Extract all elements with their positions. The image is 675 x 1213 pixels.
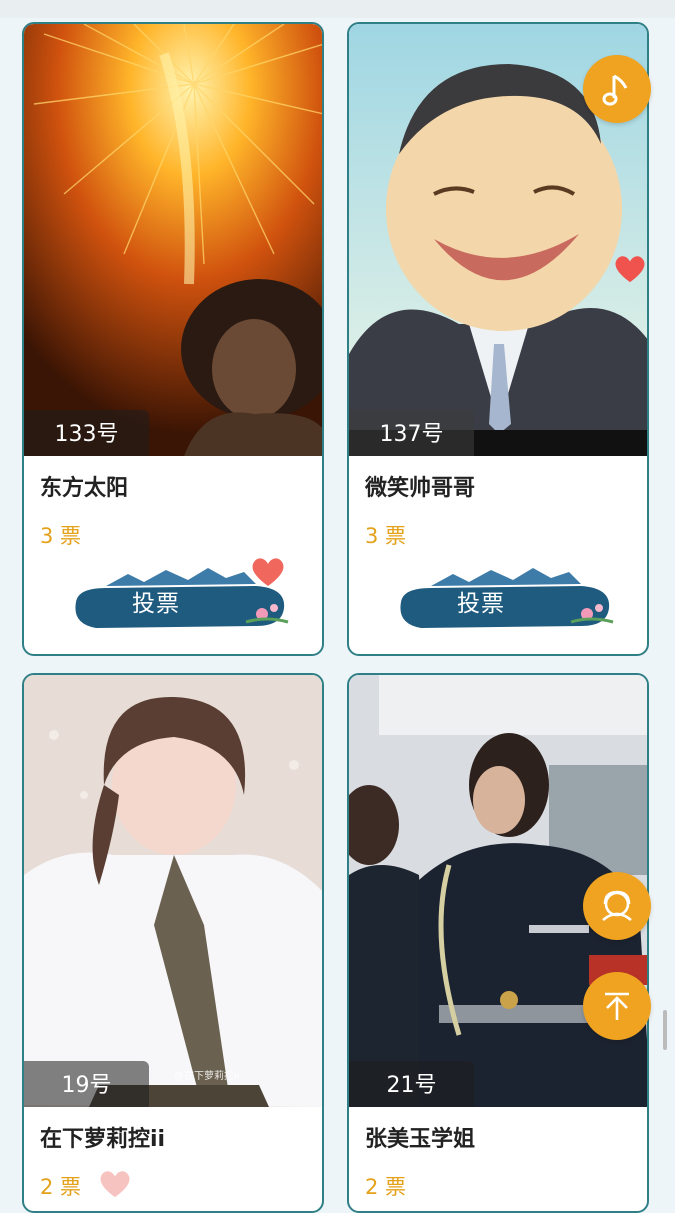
- heart-icon[interactable]: [613, 254, 647, 284]
- watermark: @在下萝莉控ii: [174, 1071, 240, 1082]
- vote-count: 3 票: [365, 524, 407, 548]
- heart-icon[interactable]: [250, 556, 286, 588]
- heart-icon[interactable]: [98, 1169, 132, 1199]
- scrollbar[interactable]: [663, 1010, 667, 1050]
- contestant-card-133[interactable]: 133号 东方太阳 3 票 投票: [22, 22, 324, 656]
- contestant-number: 137号: [349, 410, 474, 456]
- contestant-card-19[interactable]: @在下萝莉控ii 19号 在下萝莉控ii 2 票: [22, 673, 324, 1213]
- vote-button[interactable]: 投票: [391, 564, 621, 634]
- contestant-number: 19号: [24, 1061, 149, 1107]
- contestant-number: 133号: [24, 410, 149, 456]
- customer-service-icon: [602, 890, 632, 922]
- back-to-top-icon: [605, 992, 629, 1020]
- music-button[interactable]: [583, 55, 651, 123]
- contestant-card-21[interactable]: 21号 张美玉学姐 2 票: [347, 673, 649, 1213]
- back-to-top-button[interactable]: [583, 972, 651, 1040]
- vote-count: 2 票: [40, 1175, 82, 1199]
- contestant-number: 21号: [349, 1061, 474, 1107]
- contestant-photo[interactable]: 133号: [24, 24, 322, 456]
- vote-count: 2 票: [365, 1175, 407, 1199]
- contestant-photo[interactable]: @在下萝莉控ii 19号: [24, 675, 322, 1107]
- customer-service-button[interactable]: [583, 872, 651, 940]
- contestant-name: 东方太阳: [40, 476, 129, 501]
- status-strip: [0, 0, 675, 18]
- vote-button-label: 投票: [132, 591, 180, 617]
- contestant-name: 微笑帅哥哥: [365, 476, 476, 501]
- music-note-icon: [602, 74, 628, 106]
- vote-count: 3 票: [40, 524, 82, 548]
- contestant-name: 张美玉学姐: [365, 1127, 476, 1152]
- vote-button-label: 投票: [457, 591, 505, 617]
- contestant-name: 在下萝莉控ii: [40, 1127, 166, 1152]
